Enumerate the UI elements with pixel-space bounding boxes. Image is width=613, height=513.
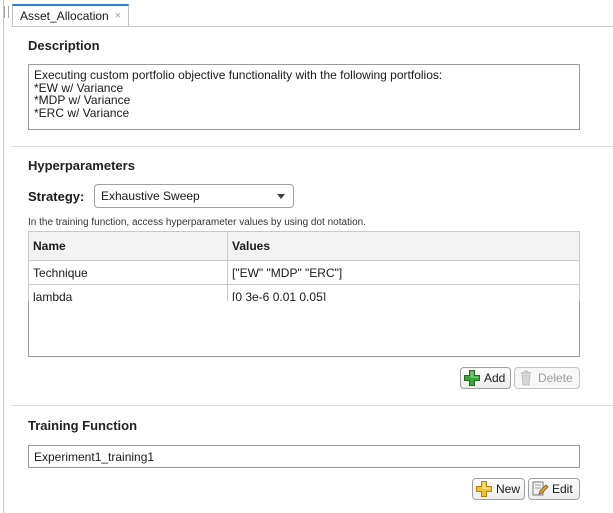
param-name-cell[interactable]: Technique [28, 260, 228, 285]
hyperparameters-title: Hyperparameters [28, 158, 135, 173]
section-divider [11, 405, 613, 406]
strategy-label: Strategy: [28, 189, 85, 204]
window-edge [0, 0, 4, 513]
training-function-title: Training Function [28, 418, 138, 433]
close-icon[interactable]: × [115, 10, 121, 22]
param-values-cell[interactable]: ["EW" "MDP" "ERC"] [227, 260, 580, 285]
add-plus-icon [463, 369, 481, 387]
column-header-name[interactable]: Name [28, 231, 228, 261]
section-divider [11, 146, 613, 147]
column-header-values[interactable]: Values [227, 231, 580, 261]
new-plus-icon [475, 480, 493, 498]
edit-button[interactable]: Edit [528, 478, 580, 500]
table-header-row: Name Values [28, 231, 580, 261]
add-button[interactable]: Add [460, 367, 511, 389]
description-textarea[interactable]: Executing custom portfolio objective fun… [28, 64, 580, 130]
hyperparameter-table: Name Values Technique ["EW" "MDP" "ERC"]… [28, 231, 580, 309]
chevron-down-icon [277, 194, 285, 199]
strategy-dropdown[interactable]: Exhaustive Sweep [94, 184, 294, 208]
description-line: Executing custom portfolio objective fun… [34, 68, 443, 82]
hyperparameter-hint: In the training function, access hyperpa… [28, 217, 366, 228]
tab-asset-allocation[interactable]: Asset_Allocation × [12, 4, 129, 26]
tab-strip: Asset_Allocation × [11, 0, 613, 27]
edit-button-label: Edit [552, 482, 573, 496]
tab-label: Asset_Allocation [20, 9, 109, 23]
trash-icon [517, 369, 535, 387]
experiment-content: Description Executing custom portfolio o… [11, 27, 613, 513]
delete-button[interactable]: Delete [514, 367, 580, 389]
new-button[interactable]: New [472, 478, 525, 500]
delete-button-label: Delete [538, 371, 573, 385]
edit-icon [531, 480, 549, 498]
description-title: Description [28, 38, 100, 53]
table-empty-area [28, 301, 580, 357]
training-function-field[interactable]: Experiment1_training1 [28, 445, 580, 468]
strategy-selected-value: Exhaustive Sweep [101, 189, 200, 203]
description-line: *ERC w/ Variance [34, 105, 130, 120]
add-button-label: Add [484, 371, 506, 385]
description-line: *MDP w/ Variance [34, 93, 131, 107]
table-row[interactable]: Technique ["EW" "MDP" "ERC"] [28, 260, 580, 285]
new-button-label: New [496, 482, 521, 496]
panel-grip-handle[interactable] [4, 6, 9, 18]
training-function-value: Experiment1_training1 [34, 449, 155, 464]
